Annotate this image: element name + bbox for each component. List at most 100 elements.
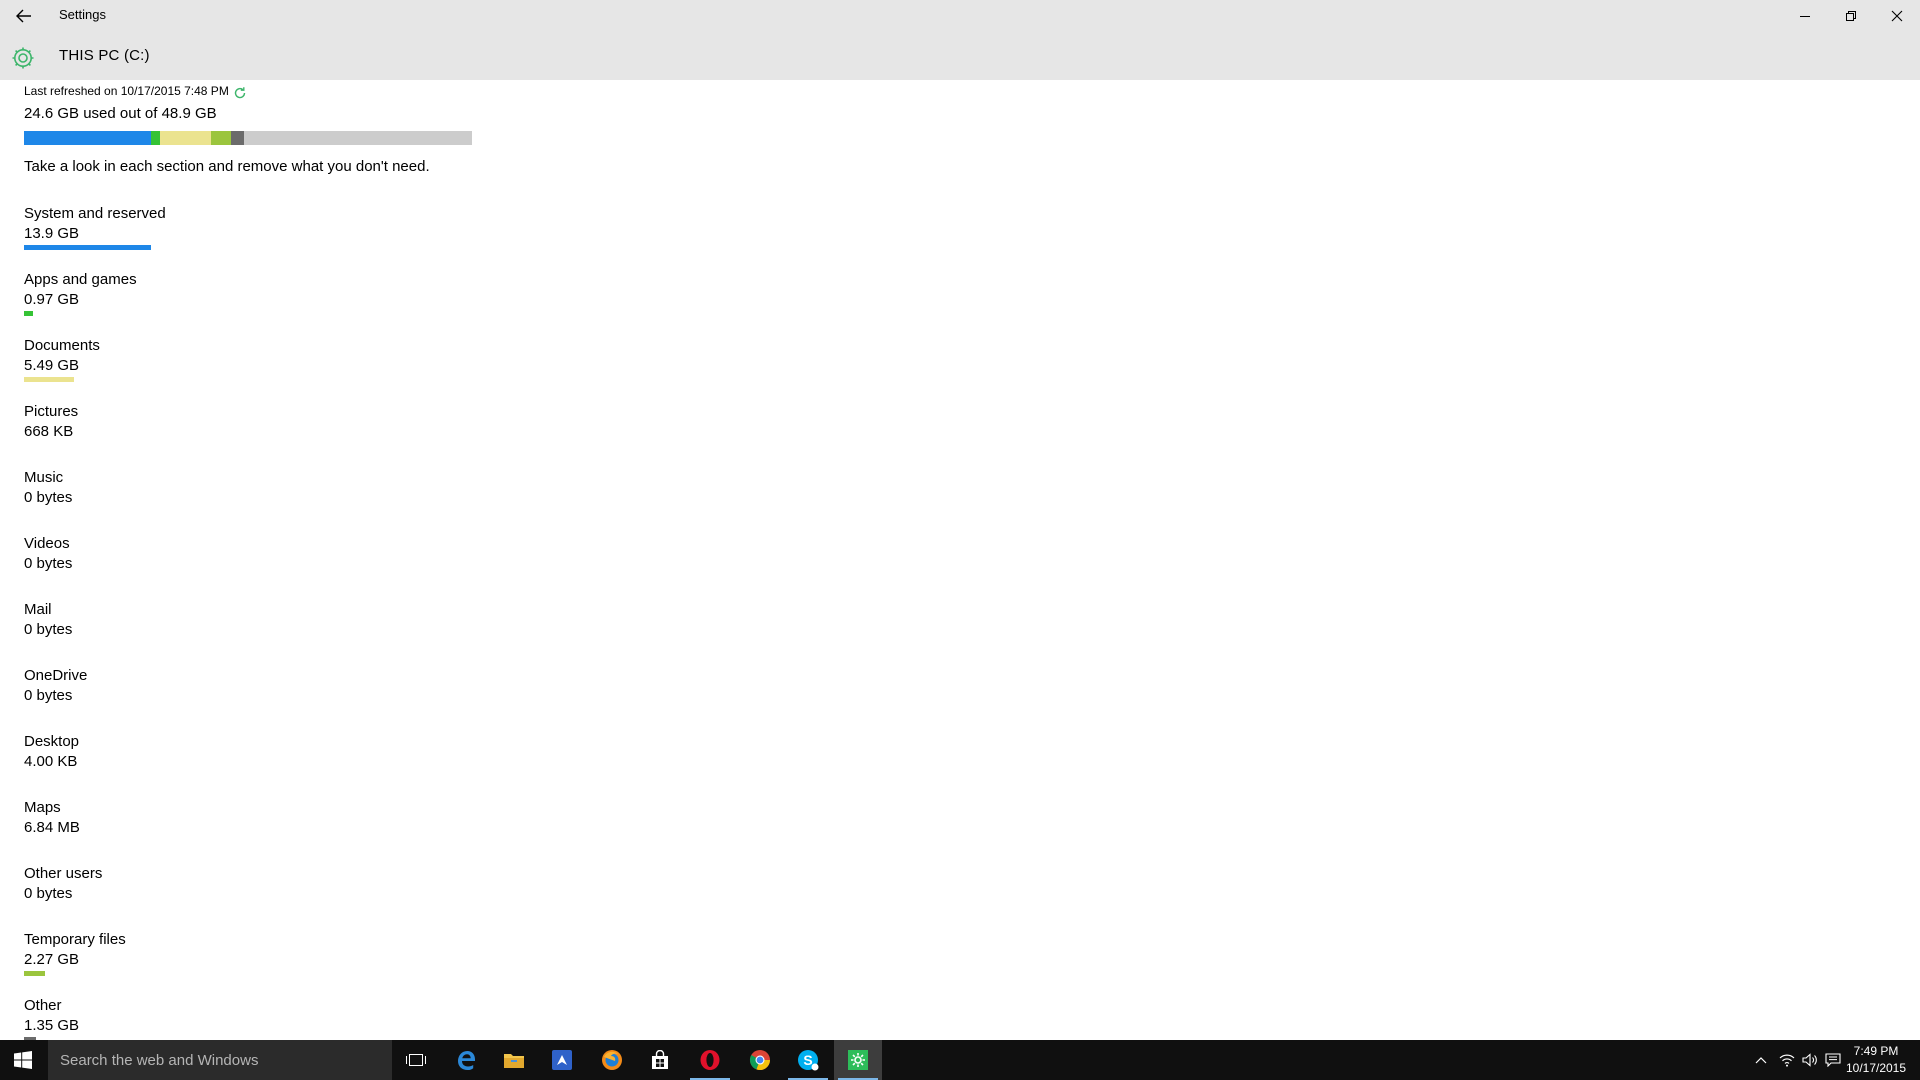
minimize-icon: [1800, 16, 1810, 17]
refresh-icon[interactable]: [232, 85, 248, 101]
category-name: Apps and games: [24, 271, 137, 288]
settings-gear-icon: [12, 47, 34, 69]
category-size: 4.00 KB: [24, 753, 78, 770]
svg-text:S: S: [803, 1052, 812, 1068]
task-view-button[interactable]: [392, 1040, 440, 1080]
back-arrow-icon: [16, 9, 31, 23]
category-name: Other users: [24, 865, 103, 882]
category-name: Desktop: [24, 733, 80, 750]
storage-category-videos[interactable]: Videos 0 bytes: [24, 535, 424, 589]
category-name: Other: [24, 997, 62, 1014]
edge-icon: [458, 1051, 475, 1070]
volume-tray-button[interactable]: [1799, 1040, 1821, 1080]
restore-icon: [1846, 11, 1856, 21]
wifi-icon: [1779, 1054, 1795, 1067]
category-name: System and reserved: [24, 205, 166, 222]
notification-icon: [1825, 1053, 1841, 1067]
taskbar-clock[interactable]: 7:49 PM 10/17/2015: [1840, 1043, 1912, 1077]
category-name: Documents: [24, 337, 100, 354]
category-name: Music: [24, 469, 64, 486]
restore-button[interactable]: [1828, 0, 1874, 32]
store-icon: [652, 1050, 668, 1069]
usage-segment: [160, 131, 211, 145]
taskbar-opera[interactable]: [686, 1040, 734, 1080]
category-size: 0 bytes: [24, 555, 73, 572]
firefox-icon: [602, 1050, 622, 1070]
storage-category-other-users[interactable]: Other users 0 bytes: [24, 865, 424, 919]
windows-logo-icon: [14, 1051, 32, 1069]
close-button[interactable]: [1874, 0, 1920, 32]
category-size: 0 bytes: [24, 687, 73, 704]
category-size: 2.27 GB: [24, 951, 80, 968]
volume-icon: [1802, 1053, 1817, 1067]
page-title: THIS PC (C:): [59, 47, 150, 64]
storage-category-maps[interactable]: Maps 6.84 MB: [24, 799, 424, 853]
storage-category-documents[interactable]: Documents 5.49 GB: [24, 337, 424, 391]
opera-icon: [700, 1050, 720, 1070]
taskbar-firefox[interactable]: [588, 1040, 636, 1080]
chevron-up-icon: [1755, 1057, 1767, 1064]
category-size: 13.9 GB: [24, 225, 80, 242]
cleanup-hint: Take a look in each section and remove w…: [24, 158, 430, 175]
usage-segment: [151, 131, 161, 145]
category-name: Pictures: [24, 403, 79, 420]
category-usage-bar: [24, 245, 152, 250]
category-usage-bar: [24, 377, 75, 382]
back-button[interactable]: [10, 4, 38, 28]
category-size: 0.97 GB: [24, 291, 80, 308]
taskbar-app[interactable]: [538, 1040, 586, 1080]
category-size: 6.84 MB: [24, 819, 80, 836]
category-size: 0 bytes: [24, 489, 73, 506]
storage-category-music[interactable]: Music 0 bytes: [24, 469, 424, 523]
task-view-icon: [406, 1054, 426, 1066]
app-icon: [552, 1050, 572, 1070]
storage-category-apps-and-games[interactable]: Apps and games 0.97 GB: [24, 271, 424, 325]
category-name: Maps: [24, 799, 61, 816]
category-size: 0 bytes: [24, 885, 73, 902]
storage-category-onedrive[interactable]: OneDrive 0 bytes: [24, 667, 424, 721]
storage-category-pictures[interactable]: Pictures 668 KB: [24, 403, 424, 457]
category-size: 0 bytes: [24, 621, 73, 638]
taskbar: S 7:49 PM 10/17/2015: [0, 1040, 1920, 1080]
last-refreshed-text: Last refreshed on 10/17/2015 7:48 PM: [24, 84, 229, 98]
skype-icon: S: [798, 1050, 819, 1071]
clock-time: 7:49 PM: [1853, 1044, 1899, 1058]
network-tray-button[interactable]: [1776, 1040, 1798, 1080]
taskbar-edge[interactable]: [442, 1040, 490, 1080]
taskbar-chrome[interactable]: [736, 1040, 784, 1080]
category-name: Mail: [24, 601, 52, 618]
category-name: OneDrive: [24, 667, 88, 684]
taskbar-file-explorer[interactable]: [490, 1040, 538, 1080]
settings-icon: [848, 1050, 868, 1070]
show-hidden-icons-button[interactable]: [1750, 1040, 1772, 1080]
storage-category-desktop[interactable]: Desktop 4.00 KB: [24, 733, 424, 787]
storage-usage-bar: [24, 131, 472, 145]
close-icon: [1891, 10, 1903, 22]
taskbar-store[interactable]: [636, 1040, 684, 1080]
used-summary: 24.6 GB used out of 48.9 GB: [24, 105, 217, 122]
chrome-icon: [749, 1050, 771, 1071]
category-size: 668 KB: [24, 423, 74, 440]
category-usage-bar: [24, 971, 45, 976]
file-explorer-icon: [504, 1054, 524, 1068]
clock-date: 10/17/2015: [1845, 1061, 1907, 1075]
category-name: Videos: [24, 535, 70, 552]
taskbar-settings[interactable]: [834, 1040, 882, 1080]
usage-segment: [231, 131, 244, 145]
usage-segment: [210, 131, 232, 145]
category-size: 5.49 GB: [24, 357, 80, 374]
search-input[interactable]: [48, 1040, 390, 1080]
taskbar-search-box[interactable]: [48, 1040, 392, 1080]
storage-category-temporary-files[interactable]: Temporary files 2.27 GB: [24, 931, 424, 985]
category-name: Temporary files: [24, 931, 126, 948]
category-usage-bar: [24, 311, 33, 316]
usage-segment: [24, 131, 152, 145]
window-title: Settings: [59, 7, 106, 22]
taskbar-skype[interactable]: S: [784, 1040, 832, 1080]
storage-category-mail[interactable]: Mail 0 bytes: [24, 601, 424, 655]
title-bar: Settings THIS PC (C:): [0, 0, 1920, 80]
category-size: 1.35 GB: [24, 1017, 80, 1034]
start-button[interactable]: [0, 1040, 46, 1080]
storage-category-system-and-reserved[interactable]: System and reserved 13.9 GB: [24, 205, 424, 259]
minimize-button[interactable]: [1782, 0, 1828, 32]
